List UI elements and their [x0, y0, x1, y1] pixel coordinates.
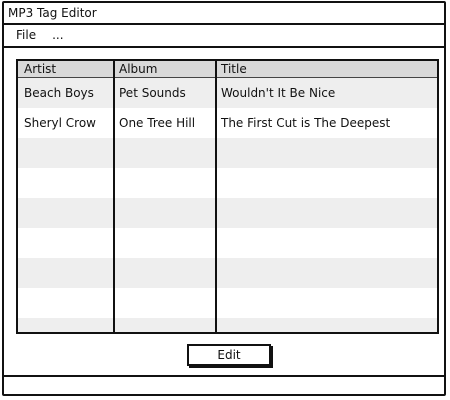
tracks-table[interactable]: Artist Album Title Beach Boys Pet Sounds… — [16, 59, 439, 334]
window-title: MP3 Tag Editor — [8, 6, 97, 20]
cell-album: One Tree Hill — [119, 116, 196, 130]
table-row[interactable]: Sheryl Crow One Tree Hill The First Cut … — [18, 108, 437, 138]
table-row-empty[interactable] — [18, 258, 437, 288]
column-divider-album-title[interactable] — [215, 61, 217, 332]
column-header-album[interactable]: Album — [113, 61, 215, 77]
cell-album: Pet Sounds — [119, 86, 186, 100]
table-row-empty[interactable] — [18, 228, 437, 258]
column-header-title[interactable]: Title — [215, 61, 437, 77]
window-titlebar: MP3 Tag Editor — [4, 3, 444, 25]
menu-more[interactable]: ... — [52, 24, 63, 46]
cell-artist: Sheryl Crow — [24, 116, 96, 130]
table-header: Artist Album Title — [18, 61, 437, 78]
table-row-empty[interactable] — [18, 288, 437, 318]
edit-button[interactable]: Edit — [187, 344, 271, 366]
status-bar — [4, 375, 444, 394]
menu-bar: File ... — [4, 24, 444, 48]
menu-file[interactable]: File — [16, 24, 36, 46]
column-divider-artist-album[interactable] — [113, 61, 115, 332]
table-row-empty[interactable] — [18, 168, 437, 198]
cell-artist: Beach Boys — [24, 86, 94, 100]
table-body: Beach Boys Pet Sounds Wouldn't It Be Nic… — [18, 78, 437, 332]
cell-title: The First Cut is The Deepest — [221, 116, 391, 130]
table-row-empty[interactable] — [18, 198, 437, 228]
table-row-empty[interactable] — [18, 138, 437, 168]
table-row[interactable]: Beach Boys Pet Sounds Wouldn't It Be Nic… — [18, 78, 437, 108]
app-window: MP3 Tag Editor File ... Artist Album Tit… — [2, 1, 446, 396]
cell-title: Wouldn't It Be Nice — [221, 86, 336, 100]
table-row-empty[interactable] — [18, 318, 437, 332]
column-header-artist[interactable]: Artist — [18, 61, 113, 77]
